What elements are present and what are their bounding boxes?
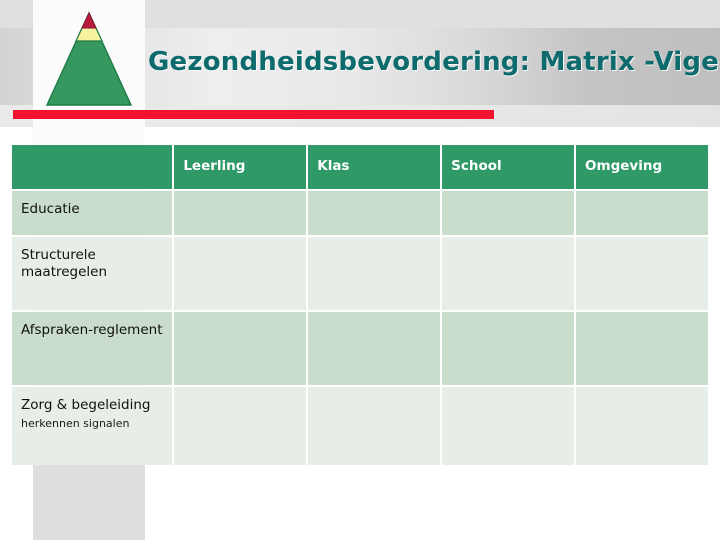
matrix-cell-zorg-klas[interactable] [308, 387, 441, 465]
matrix-cell-structurele-klas[interactable] [308, 237, 441, 310]
matrix-row-label-zorg-begeleiding: Zorg & begeleiding herkennen signalen [12, 387, 173, 465]
matrix-column-header-leerling[interactable]: Leerling [174, 145, 307, 189]
matrix-cell-educatie-leerling[interactable] [174, 191, 307, 235]
matrix-cell-afspraken-school[interactable] [442, 312, 575, 385]
matrix-cell-zorg-school[interactable] [442, 387, 575, 465]
matrix-table: Leerling Klas School Omgeving Educatie S… [10, 143, 710, 467]
logo-panel-lower-gray [33, 455, 145, 540]
matrix-cell-structurele-leerling[interactable] [174, 237, 307, 310]
matrix-row-educatie: Educatie [12, 191, 708, 235]
matrix-cell-afspraken-klas[interactable] [308, 312, 441, 385]
matrix-row-label-structurele-maatregelen: Structurele maatregelen [12, 237, 173, 310]
page-title: Gezondheidsbevordering: Matrix -Vigez [148, 47, 720, 77]
matrix-cell-educatie-klas[interactable] [308, 191, 441, 235]
matrix-cell-zorg-leerling[interactable] [174, 387, 307, 465]
matrix-cell-educatie-omgeving[interactable] [576, 191, 708, 235]
matrix-column-header-school[interactable]: School [442, 145, 575, 189]
matrix-cell-structurele-school[interactable] [442, 237, 575, 310]
matrix-row-afspraken-reglement: Afspraken-reglement [12, 312, 708, 385]
matrix-corner-cell [12, 145, 173, 189]
title-underline-bar [13, 110, 494, 119]
matrix-column-header-omgeving[interactable]: Omgeving [576, 145, 708, 189]
vigez-pyramid-logo-icon [46, 11, 132, 106]
matrix-cell-structurele-omgeving[interactable] [576, 237, 708, 310]
matrix-row-label-zorg-begeleiding-main: Zorg & begeleiding [21, 397, 151, 413]
matrix-row-label-zorg-begeleiding-sub: herkennen signalen [21, 417, 130, 431]
matrix-row-zorg-begeleiding: Zorg & begeleiding herkennen signalen [12, 387, 708, 465]
matrix-row-label-afspraken-reglement: Afspraken-reglement [12, 312, 173, 385]
matrix-cell-afspraken-leerling[interactable] [174, 312, 307, 385]
matrix-cell-zorg-omgeving[interactable] [576, 387, 708, 465]
matrix-header-row: Leerling Klas School Omgeving [12, 145, 708, 189]
matrix-row-label-educatie: Educatie [12, 191, 173, 235]
matrix-column-header-klas[interactable]: Klas [308, 145, 441, 189]
matrix-row-structurele-maatregelen: Structurele maatregelen [12, 237, 708, 310]
matrix-cell-afspraken-omgeving[interactable] [576, 312, 708, 385]
matrix-cell-educatie-school[interactable] [442, 191, 575, 235]
slide-root: Gezondheidsbevordering: Matrix -Vigez Le… [0, 0, 720, 540]
